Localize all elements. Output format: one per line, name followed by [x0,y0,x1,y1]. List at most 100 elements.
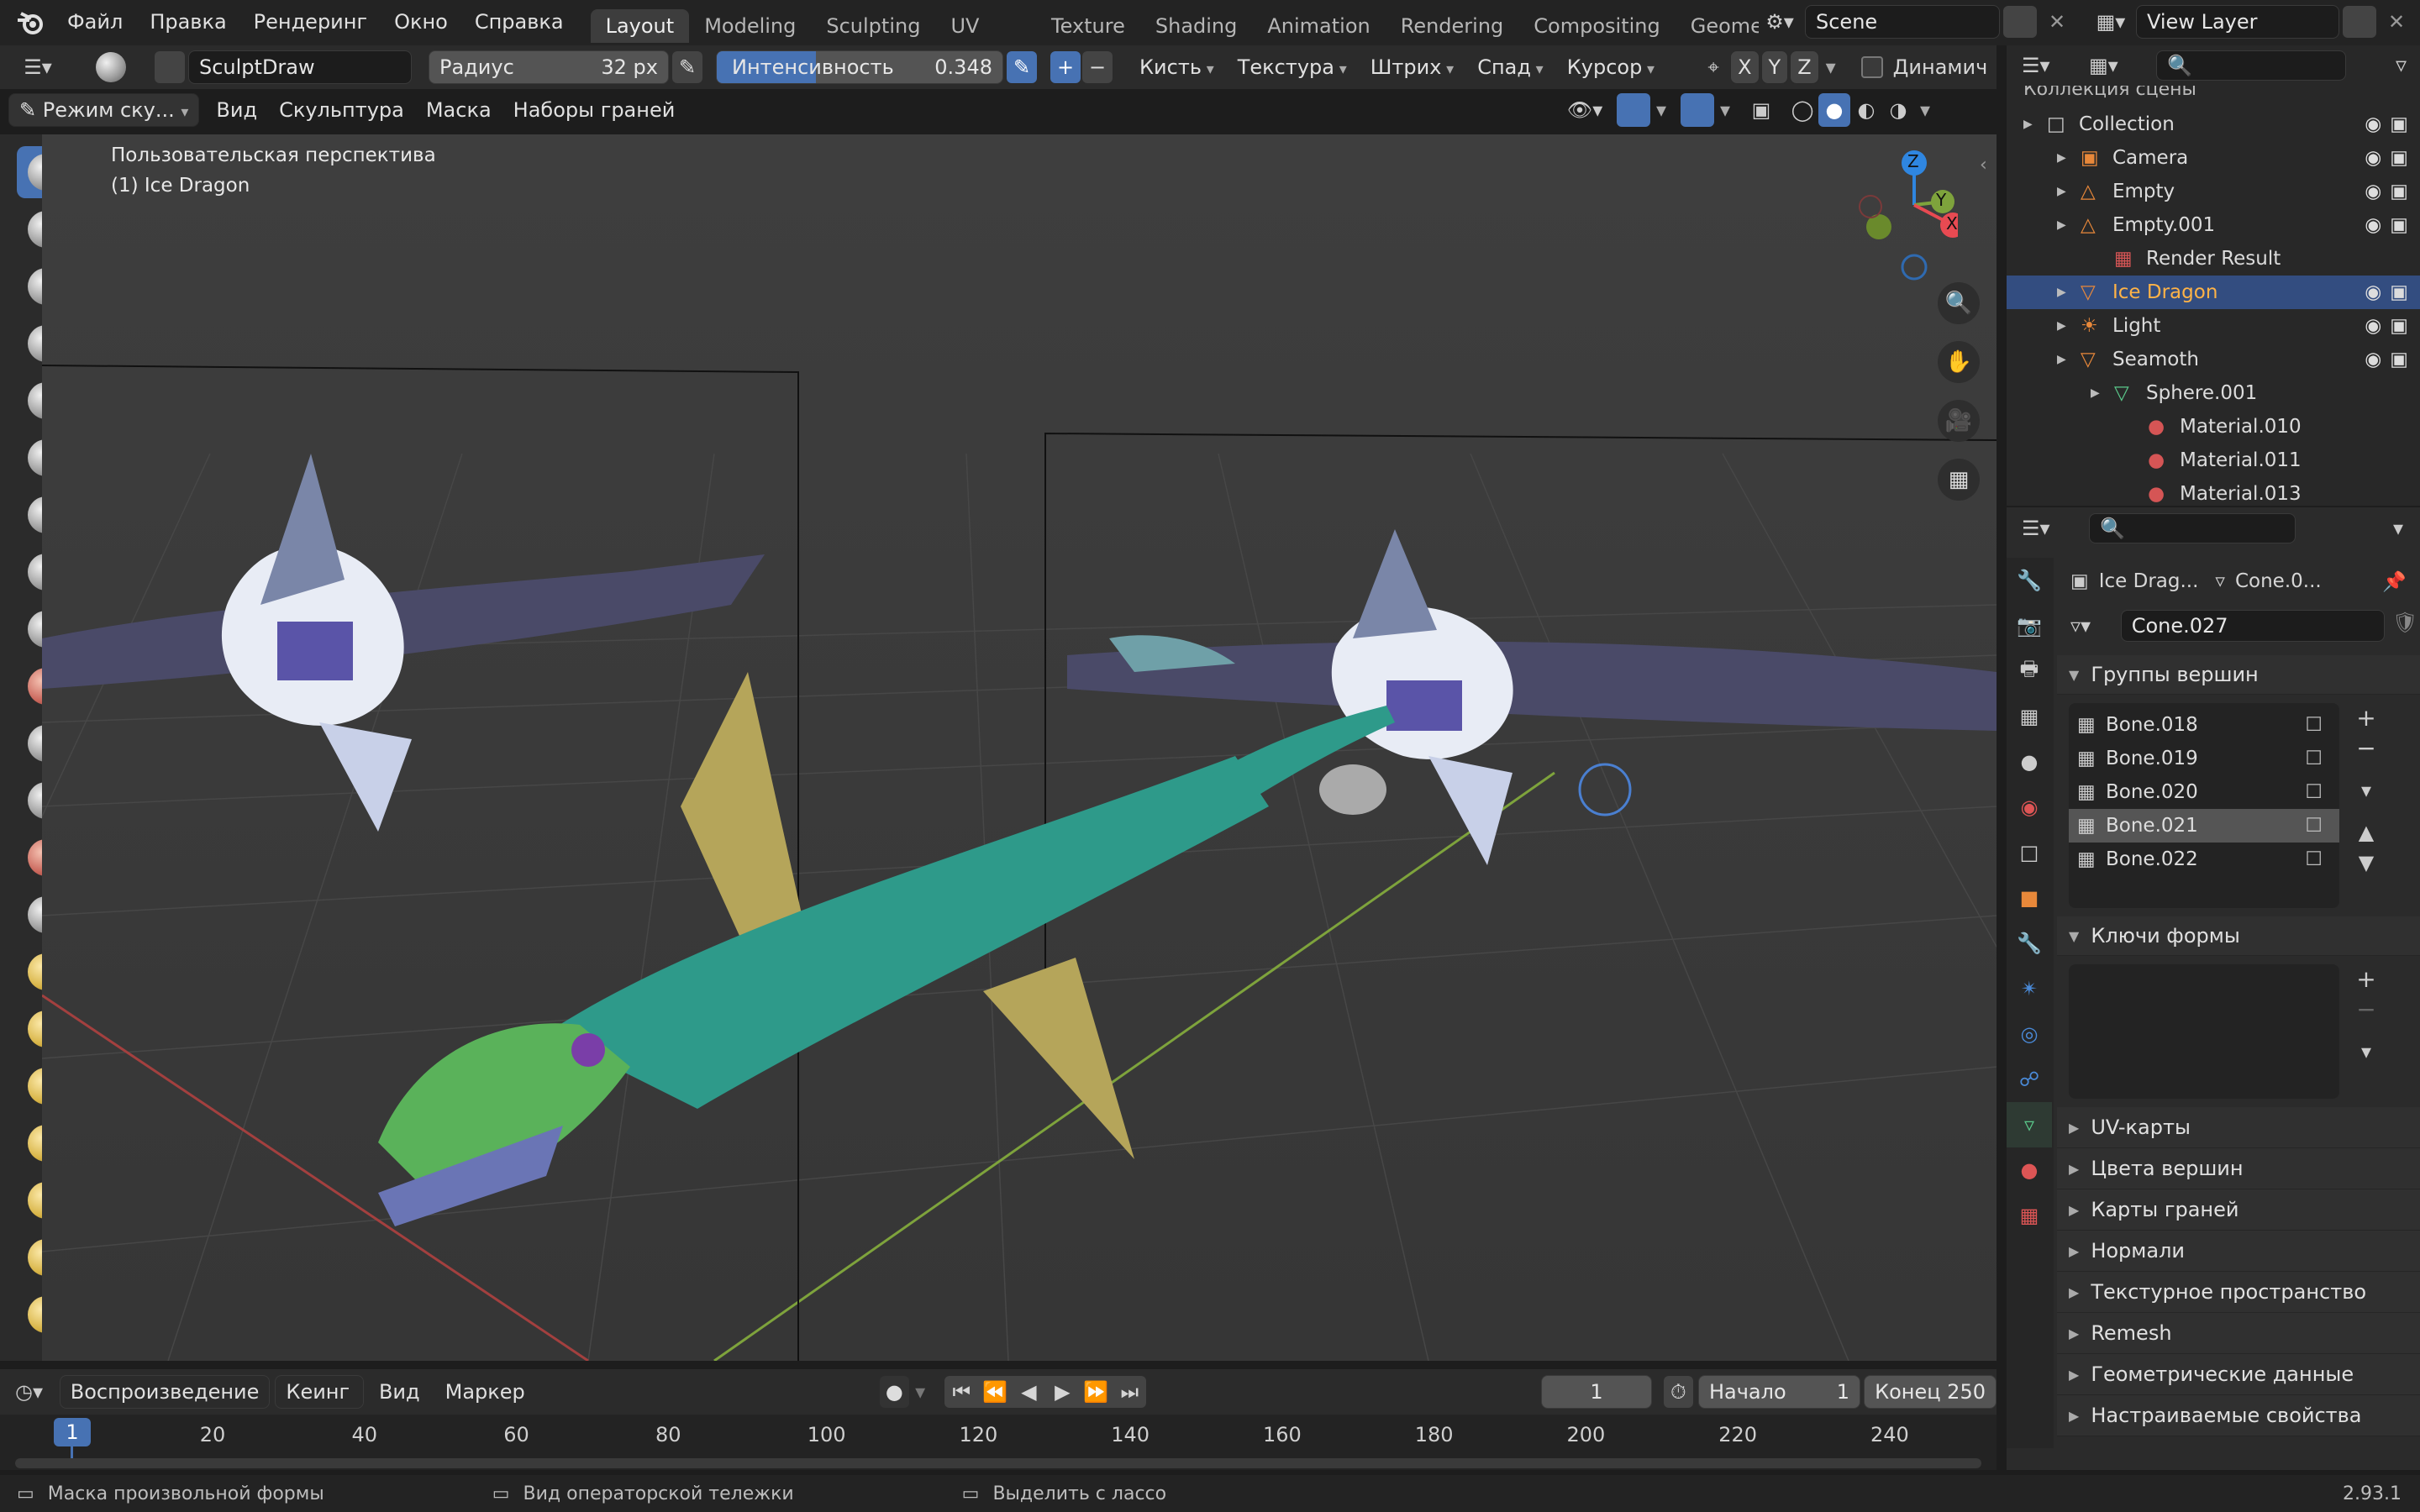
expand-arrow-icon[interactable]: ▶ [2023,118,2042,131]
brush-menu[interactable]: Кисть [1129,51,1224,83]
jump-keyframe-back-icon[interactable]: ⏪ [978,1376,1013,1408]
visibility-eye-icon[interactable]: ◉ [2365,181,2381,202]
stroke-menu[interactable]: Штрих [1360,51,1464,83]
add-shape-key-button[interactable]: + [2351,964,2381,995]
shape-keys-panel-header[interactable]: ▼ Ключи формы [2057,916,2420,956]
outliner-item[interactable]: ▶ △ Empty ◉ ▣ [2007,175,2420,208]
mesh-name-field[interactable]: Cone.027 [2120,610,2386,642]
vertex-group-row[interactable]: ▦ Bone.019 ☐ [2069,742,2339,775]
menu-render[interactable]: Рендеринг [240,0,381,45]
lock-icon[interactable]: ☐ [2305,748,2323,769]
collapsed-panel-header[interactable]: ▶ Текстурное пространство [2057,1272,2420,1313]
symmetry-icon[interactable]: ⌖ [1698,51,1728,83]
tab-scene-icon[interactable]: ● [2007,739,2052,785]
rendered-shading-icon[interactable]: ◑ [1882,93,1914,127]
collapsed-panel-header[interactable]: ▶ Нормали [2057,1231,2420,1272]
visibility-eye-icon[interactable]: ◉ [2365,113,2381,135]
timeline-scrubber[interactable]: 1 20 40 60 80 100 120 140 160 180 200 220 240 [0,1415,1996,1470]
render-camera-icon[interactable]: ▣ [2390,315,2408,337]
gizmo-toggle-icon[interactable] [1617,93,1650,127]
tab-world-icon[interactable]: ◉ [2007,785,2052,830]
outliner-item[interactable]: ▶ △ Empty.001 ◉ ▣ [2007,208,2420,242]
properties-editor-icon[interactable]: ☰▾ [2022,517,2072,540]
scene-icon[interactable]: ⚙▾ [1754,5,1805,39]
keying-menu[interactable]: Кеинг [275,1375,364,1409]
auto-keying-icon[interactable]: ● [879,1376,909,1408]
new-view-layer-icon[interactable] [2343,6,2376,38]
move-down-icon[interactable]: ▼ [2351,848,2381,878]
lock-icon[interactable]: ☐ [2305,815,2323,837]
outliner-display-mode-icon[interactable]: ▦▾ [2089,54,2139,77]
expand-arrow-icon[interactable]: ▶ [2091,386,2109,400]
visibility-eye-icon[interactable]: ◉ [2365,147,2381,169]
tab-rendering[interactable]: Rendering [1386,9,1519,43]
outliner-search-input[interactable]: 🔍 [2156,50,2346,81]
move-up-icon[interactable]: ▲ [2351,817,2381,848]
collapsed-panel-header[interactable]: ▶ UV-карты [2057,1107,2420,1148]
play-icon[interactable]: ▶ [1045,1376,1080,1408]
timeline-scrollbar[interactable] [15,1458,1981,1468]
tab-constraints-icon[interactable]: ☍ [2007,1057,2052,1102]
vertex-group-row[interactable]: ▦ Bone.018 ☐ [2069,708,2339,742]
menu-window[interactable]: Окно [381,0,461,45]
tab-view-layer-icon[interactable]: ▦ [2007,694,2052,739]
tab-uv-editing[interactable]: UV Editing [935,9,1036,43]
menu-edit[interactable]: Правка [136,0,239,45]
menu-file[interactable]: Файл [54,0,136,45]
jump-start-icon[interactable]: ⏮ [944,1376,979,1408]
jump-keyframe-forward-icon[interactable]: ⏩ [1079,1376,1113,1408]
vertex-group-row[interactable]: ▦ Bone.022 ☐ [2069,843,2339,876]
direction-subtract-button[interactable]: − [1082,51,1113,83]
render-camera-icon[interactable]: ▣ [2390,181,2408,202]
tab-object-icon[interactable]: ■ [2007,875,2052,921]
render-camera-icon[interactable]: ▣ [2390,113,2408,135]
play-reverse-icon[interactable]: ◀ [1012,1376,1046,1408]
dyntopo-checkbox[interactable] [1860,56,1883,78]
render-camera-icon[interactable]: ▣ [2390,349,2408,370]
expand-arrow-icon[interactable]: ▶ [2057,218,2075,232]
outliner-item[interactable]: ▶ ☀ Light ◉ ▣ [2007,309,2420,343]
delete-view-layer-icon[interactable]: ✕ [2380,6,2413,38]
zoom-icon[interactable]: 🔍 [1938,282,1980,324]
timeline-editor-icon[interactable]: ◷▾ [15,1380,60,1404]
render-camera-icon[interactable]: ▣ [2390,281,2408,303]
overlays-toggle-icon[interactable] [1681,93,1714,127]
outliner-item[interactable]: ▶ ▽ Seamoth ◉ ▣ [2007,343,2420,376]
symmetry-x-toggle[interactable]: X [1730,50,1760,84]
new-scene-icon[interactable] [2003,6,2037,38]
current-frame-field[interactable]: 1 [1541,1375,1652,1409]
visibility-icon[interactable]: 👁▾ [1561,93,1608,127]
tab-physics-icon[interactable]: ◎ [2007,1011,2052,1057]
gizmo-dropdown-icon[interactable]: ▾ [1650,98,1672,122]
pin-icon[interactable]: 📌 [2382,570,2407,593]
face-sets-menu[interactable]: Наборы граней [503,94,686,126]
outliner-item[interactable]: ▶ ▣ Camera ◉ ▣ [2007,141,2420,175]
tab-geometry[interactable]: Geometry [1676,9,1759,43]
view-layer-icon[interactable]: ▦▾ [2086,5,2136,39]
timeline-view-menu[interactable]: Вид [369,1376,430,1408]
view-menu[interactable]: Вид [206,94,267,126]
navigation-gizmo[interactable]: Z Y X [1849,144,1965,287]
outliner-editor-icon[interactable]: ☰▾ [2022,54,2072,77]
shape-key-specials-icon[interactable]: ▾ [2351,1037,2381,1067]
properties-search-input[interactable]: 🔍 [2089,513,2296,543]
symmetry-dropdown-icon[interactable]: ▾ [1819,55,1843,79]
tab-animation[interactable]: Animation [1252,9,1385,43]
strength-slider[interactable]: Интенсивность 0.348 [716,50,1003,84]
symmetry-z-toggle[interactable]: Z [1790,50,1819,84]
expand-arrow-icon[interactable]: ▶ [2057,353,2075,366]
expand-arrow-icon[interactable]: ▶ [2057,151,2075,165]
mask-menu[interactable]: Маска [416,94,502,126]
scene-name-field[interactable]: Scene [1805,5,2000,39]
vertex-groups-panel-header[interactable]: ▼ Группы вершин [2057,655,2420,695]
keying-set-dropdown-icon[interactable]: ▾ [909,1380,931,1404]
expand-arrow-icon[interactable]: ▶ [2057,286,2075,299]
brush-type-icon[interactable] [155,51,185,83]
vertex-group-specials-icon[interactable]: ▾ [2351,775,2381,806]
blender-logo-icon[interactable] [13,6,47,39]
strength-pressure-icon[interactable]: ✎ [1007,51,1037,83]
wireframe-shading-icon[interactable]: ◯ [1786,93,1818,127]
interaction-mode-dropdown[interactable]: ✎ Режим ску... [8,93,200,127]
outliner-item[interactable]: ▶ ▽ Ice Dragon ◉ ▣ [2007,276,2420,309]
pan-hand-icon[interactable]: ✋ [1938,341,1980,383]
